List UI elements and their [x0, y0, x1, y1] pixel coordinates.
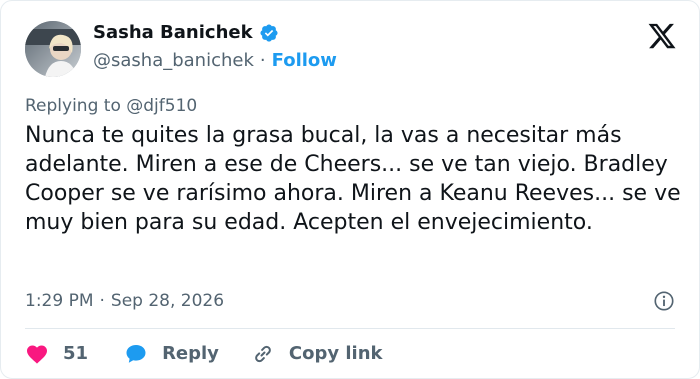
- link-icon: [255, 345, 271, 363]
- like-count: 51: [63, 343, 89, 364]
- replying-to: Replying to @djf510: [25, 95, 197, 117]
- tweet-date: Sep 28, 2026: [110, 291, 225, 311]
- info-icon[interactable]: [653, 290, 675, 312]
- reply-label: Reply: [162, 343, 219, 364]
- timestamp[interactable]: 1:29 PM · Sep 28, 2026: [25, 290, 224, 312]
- tweet-card: Sasha Banichek @sasha_banichek · Follow …: [0, 0, 700, 379]
- follow-button[interactable]: Follow: [272, 49, 337, 73]
- action-bar: 51 Reply Copy link: [25, 341, 383, 367]
- replying-to-mention[interactable]: @djf510: [126, 96, 197, 116]
- author-name-row: Sasha Banichek: [93, 21, 279, 45]
- separator-dot: ·: [259, 50, 266, 71]
- x-logo-icon[interactable]: [647, 21, 677, 51]
- speech-bubble-icon: [126, 345, 146, 363]
- tweet-time: 1:29 PM: [25, 291, 94, 311]
- separator-dot: ·: [99, 291, 105, 311]
- like-button[interactable]: 51: [25, 341, 88, 367]
- author-handle[interactable]: @sasha_banichek: [93, 49, 254, 73]
- author-display-name[interactable]: Sasha Banichek: [93, 21, 253, 45]
- verified-badge-icon: [259, 23, 279, 43]
- tweet-text: Nunca te quites la grasa bucal, la vas a…: [25, 123, 681, 235]
- tweet-meta: 1:29 PM · Sep 28, 2026: [25, 290, 675, 312]
- heart-icon: [27, 345, 47, 364]
- author-handle-row: @sasha_banichek · Follow: [93, 49, 337, 73]
- reply-button[interactable]: Reply: [124, 341, 219, 367]
- copy-link-label: Copy link: [288, 343, 383, 364]
- divider: [25, 328, 675, 329]
- replying-to-label: Replying to: [25, 96, 121, 116]
- copy-link-button[interactable]: Copy link: [251, 341, 383, 367]
- avatar[interactable]: [25, 21, 81, 77]
